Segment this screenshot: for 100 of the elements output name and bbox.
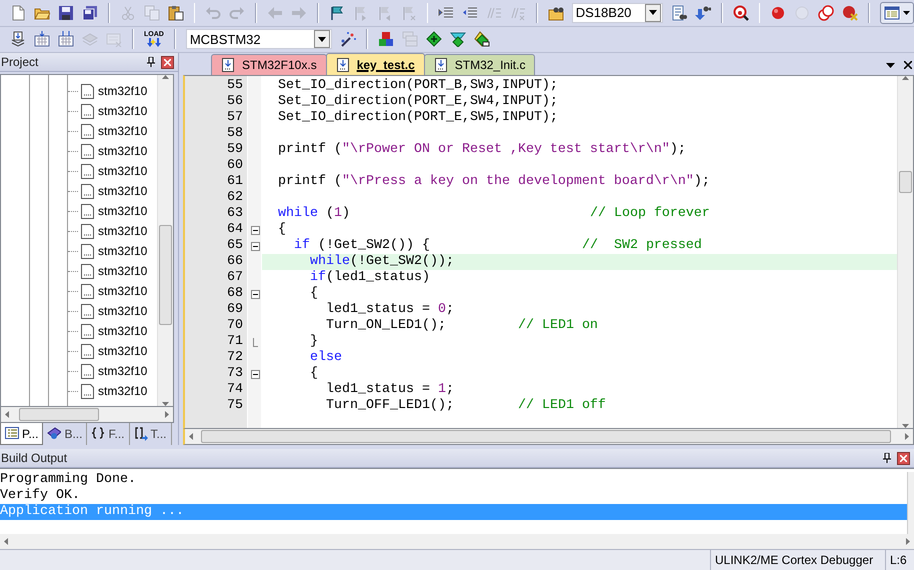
braces-icon (91, 427, 106, 441)
file-tab[interactable]: STM32_Init.c (424, 54, 536, 75)
code-line: printf ("\rPower ON or Reset ,Key test start\r\n"); (276, 142, 687, 158)
scrollbar-thumb[interactable] (159, 225, 172, 325)
tree-item[interactable]: stm32f10 (98, 344, 148, 358)
binoculars-arrow-icon[interactable] (695, 4, 712, 21)
tree-item[interactable]: stm32f10 (98, 364, 148, 378)
file-download-icon (336, 58, 349, 72)
close-icon[interactable] (904, 61, 912, 69)
close-button[interactable] (161, 56, 174, 68)
fold-minus-icon[interactable] (250, 226, 260, 234)
line-number: 74 (226, 382, 244, 398)
caret-icon[interactable] (886, 62, 895, 68)
code-line: printf ("\rPress a key on the development board\r\n"); (276, 174, 711, 190)
stacked-diamond-icon[interactable] (474, 31, 490, 48)
close-icon (900, 454, 907, 462)
floppy-disks-icon[interactable] (82, 4, 98, 21)
file-tab[interactable]: STM32F10x.s (211, 54, 327, 75)
line-number: 58 (226, 126, 244, 142)
page-icon[interactable] (10, 4, 26, 21)
scrollbar-thumb[interactable] (899, 171, 912, 193)
tree-item[interactable]: stm32f10 (98, 164, 148, 178)
tree-item[interactable]: stm32f10 (98, 304, 148, 318)
wand-icon[interactable] (340, 31, 356, 48)
pin-icon[interactable] (147, 57, 155, 67)
window-menu-button[interactable] (880, 2, 914, 24)
scrollbar-thumb[interactable] (201, 430, 891, 443)
horizontal-scrollbar[interactable] (1, 407, 173, 422)
down-arrow-icon[interactable] (162, 402, 169, 406)
vertical-scrollbar[interactable] (907, 472, 914, 534)
vertical-scrollbar[interactable] (157, 75, 173, 406)
code-line: Turn_OFF_LED1(); // LED1 off (324, 398, 607, 414)
panel-tab[interactable]: P... (0, 423, 44, 445)
tree-item[interactable]: stm32f10 (98, 104, 148, 118)
cursor-position: L:6 (885, 550, 914, 570)
magnifier-icon[interactable] (732, 4, 749, 21)
code-line: led1_status = 1; (324, 382, 455, 398)
file-icon (81, 264, 94, 278)
down-arrow-icon[interactable] (902, 424, 909, 428)
left-arrow-icon[interactable] (4, 538, 8, 545)
funnel-diamond-icon[interactable] (450, 31, 466, 48)
diamond-icon[interactable] (426, 31, 442, 48)
horizontal-scrollbar[interactable] (0, 534, 914, 549)
fold-minus-icon[interactable] (250, 242, 260, 250)
right-arrow-icon[interactable] (906, 538, 910, 545)
right-arrow-icon[interactable] (165, 411, 169, 418)
tree-item[interactable]: stm32f10 (98, 84, 148, 98)
horizontal-scrollbar[interactable] (185, 429, 913, 444)
file-download-icon (434, 58, 447, 72)
file-icon (81, 144, 94, 158)
tree-item[interactable]: stm32f10 (98, 184, 148, 198)
debugger-status: ULINK2/ME Cortex Debugger (710, 550, 885, 570)
vertical-scrollbar[interactable] (897, 76, 913, 428)
tree-item[interactable]: stm32f10 (98, 144, 148, 158)
tree-item[interactable]: stm32f10 (98, 244, 148, 258)
tree-item[interactable]: stm32f10 (98, 204, 148, 218)
scrollbar-thumb[interactable] (19, 408, 99, 421)
line-number: 59 (226, 142, 244, 158)
breakpoint-icon[interactable] (770, 4, 786, 21)
code-line: { (308, 286, 319, 302)
tree-item[interactable]: stm32f10 (98, 264, 148, 278)
output-line[interactable]: Verify OK. (0, 488, 907, 504)
right-arrow-icon[interactable] (905, 433, 909, 440)
caret-icon (903, 10, 910, 15)
line-number: 68 (226, 286, 244, 302)
fold-minus-icon[interactable] (250, 370, 260, 378)
floppy-disk-icon[interactable] (58, 4, 74, 21)
left-arrow-icon[interactable] (5, 411, 9, 418)
grid-arrow-icon[interactable] (34, 31, 50, 48)
binoculars-page-icon[interactable] (671, 4, 688, 21)
line-number: 57 (226, 110, 244, 126)
grid-double-arrow-icon[interactable] (58, 31, 74, 48)
left-arrow-icon[interactable] (189, 433, 193, 440)
tree-item[interactable]: stm32f10 (98, 224, 148, 238)
binoculars-folder-icon[interactable] (548, 4, 564, 21)
clipboard-icon[interactable] (168, 4, 184, 21)
output-line[interactable]: Programming Done. (0, 472, 907, 488)
file-icon (81, 184, 94, 198)
file-icon (81, 304, 94, 318)
tree-item[interactable]: stm32f10 (98, 324, 148, 338)
stacked-pages-icon[interactable] (10, 31, 26, 48)
up-arrow-icon[interactable] (162, 75, 169, 79)
file-icon (81, 344, 94, 358)
tree-item[interactable]: stm32f10 (98, 384, 148, 398)
circle-cross-icon[interactable] (842, 4, 858, 21)
dropdown[interactable]: DS18B20 (572, 2, 664, 23)
file-icon (81, 384, 94, 398)
code-line: Set_IO_direction(PORT_E,SW5,INPUT); (276, 110, 559, 126)
tree-item[interactable]: stm32f10 (98, 124, 148, 138)
pin-icon[interactable] (883, 453, 891, 463)
line-number: 73 (226, 366, 244, 382)
dropdown[interactable]: MCBSTM32 (186, 29, 332, 50)
caret-icon (318, 36, 326, 42)
close-button[interactable] (897, 452, 910, 464)
blocks-icon[interactable] (378, 31, 394, 48)
fold-minus-icon[interactable] (250, 290, 260, 298)
up-arrow-icon[interactable] (902, 76, 909, 80)
flag-icon[interactable] (328, 4, 344, 21)
file-tab[interactable]: key_test.c (326, 53, 425, 75)
tree-item[interactable]: stm32f10 (98, 284, 148, 298)
